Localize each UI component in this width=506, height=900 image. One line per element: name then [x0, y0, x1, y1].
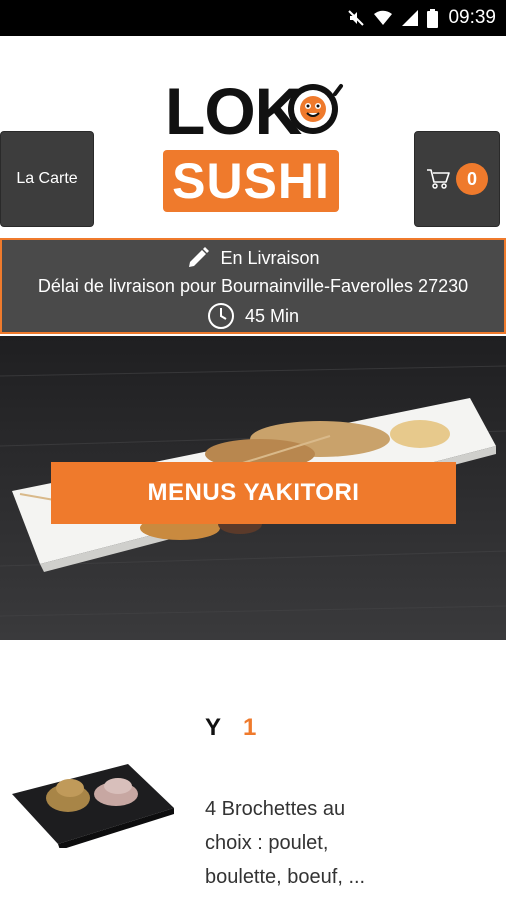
battery-icon [427, 8, 439, 28]
cart-icon [427, 169, 450, 189]
delivery-banner[interactable]: En Livraison Délai de livraison pour Bou… [0, 238, 506, 334]
hero-banner[interactable]: MENUS YAKITORI [0, 336, 506, 640]
sushi-mascot-icon [288, 84, 343, 134]
cart-button[interactable]: 0 [414, 131, 500, 227]
status-bar: 09:39 [0, 0, 506, 36]
logo-bottom-text: SUSHI [163, 150, 339, 212]
product-card[interactable]: Y 1 4 Brochettes au choix : poulet, boul… [0, 640, 506, 900]
la-carte-button[interactable]: La Carte [0, 131, 94, 227]
loko-sushi-logo: LOK SUSHI [163, 78, 345, 248]
logo-top-text: LOK [165, 74, 302, 148]
status-time: 09:39 [448, 7, 496, 28]
product-title: Y 1 [205, 714, 256, 742]
app-header: La Carte LOK SUSHI 0 [0, 36, 506, 236]
product-description: 4 Brochettes au choix : poulet, boulette… [205, 798, 366, 888]
mute-icon [347, 9, 365, 27]
delivery-mode: En Livraison [220, 247, 320, 268]
product-name: Y [205, 714, 222, 741]
delivery-time: 45 Min [244, 305, 300, 326]
cart-count-badge: 0 [456, 163, 488, 195]
delivery-location: Délai de livraison pour Bournainville-Fa… [37, 276, 469, 296]
pencil-icon [189, 247, 210, 267]
clock-icon [207, 303, 234, 329]
product-image [12, 764, 174, 848]
la-carte-label: La Carte [16, 170, 78, 187]
signal-icon [401, 9, 419, 27]
menus-yakitori-button[interactable]: MENUS YAKITORI [51, 462, 456, 524]
product-quantity: 1 [243, 714, 257, 741]
wifi-icon [373, 9, 393, 27]
